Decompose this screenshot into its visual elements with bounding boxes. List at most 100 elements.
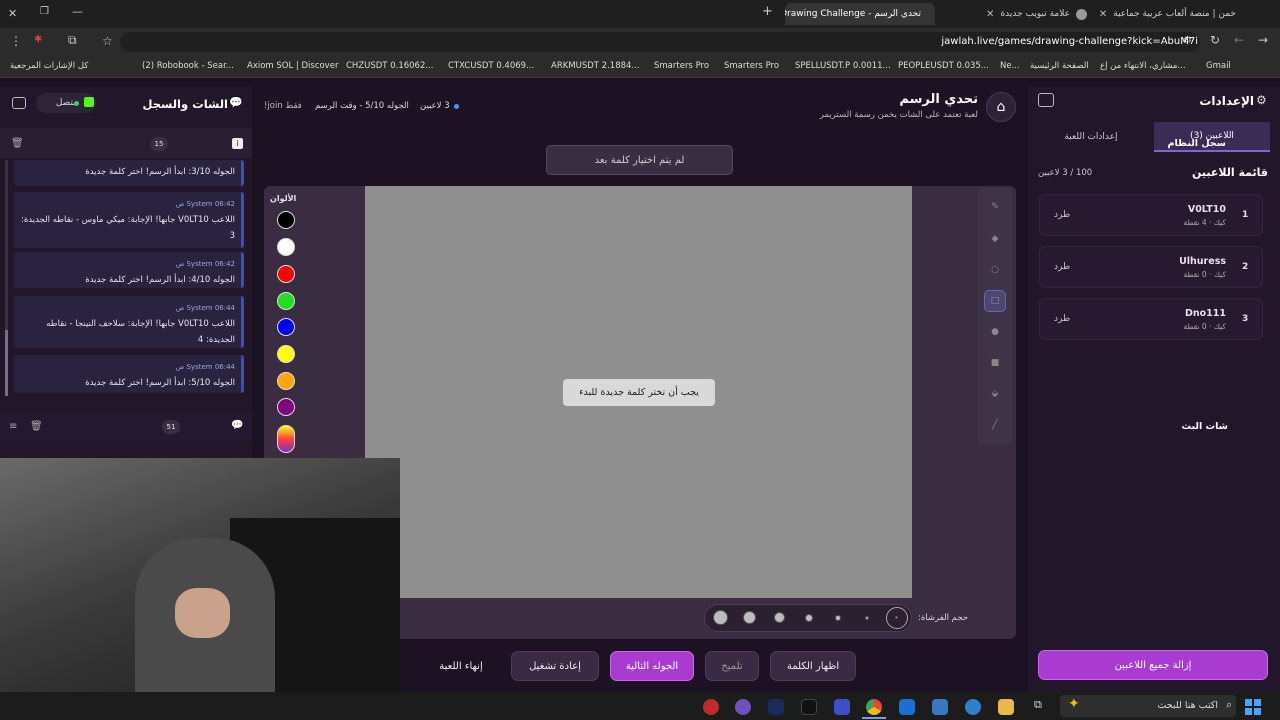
circle-tool-icon[interactable]: ○ [984, 259, 1006, 281]
chat-count-badge: 51 [162, 420, 180, 434]
pen-icon[interactable]: ✎ [984, 196, 1006, 218]
fill-bucket-icon[interactable]: ⬙ [984, 383, 1006, 405]
app-icon[interactable] [735, 699, 751, 715]
bookmark-star-icon[interactable]: ☆ [102, 34, 113, 48]
browser-tab-strip: ✕ ❐ — + تحدي الرسم - Drawing Challenge ✕… [0, 0, 1280, 28]
minimize-window-icon[interactable]: — [72, 5, 83, 18]
log-count-badge: 15 [150, 137, 168, 151]
bookmark-item[interactable]: PEOPLEUSDT 0.035... [898, 61, 989, 71]
taskbar-search-text[interactable]: اكتب هنا للبحث [1157, 700, 1218, 711]
word-display: لم يتم اختيار كلمة بعد [546, 145, 733, 175]
brush-size-option[interactable] [743, 611, 756, 624]
rectangle-tool-icon[interactable]: □ [984, 290, 1006, 312]
line-tool-icon[interactable]: ╱ [984, 414, 1006, 436]
end-game-button[interactable]: إنهاء اللعبة [422, 651, 500, 681]
filled-circle-icon[interactable]: ● [984, 321, 1006, 343]
reveal-word-button[interactable]: اظهار الكلمة [770, 651, 856, 681]
color-swatch-red[interactable] [277, 265, 295, 283]
new-tab-icon[interactable]: + [762, 4, 773, 19]
color-swatch-orange[interactable] [277, 372, 295, 390]
remove-all-players-button[interactable]: إزالة جميع اللاعبين [1038, 650, 1268, 680]
close-tab-icon[interactable]: ✕ [1100, 9, 1107, 20]
bookmark-item[interactable]: مشاري، الانتهاء من إع... [1100, 61, 1190, 71]
bookmark-item[interactable]: Axiom SOL | Discover [247, 61, 338, 71]
trash-icon[interactable]: 🗑 [11, 138, 24, 149]
outlook-icon[interactable] [899, 699, 915, 715]
tab-drawing-challenge[interactable]: تحدي الرسم - Drawing Challenge ✕ [785, 3, 935, 25]
tab-khamin[interactable]: خمن | منصة ألعاب عربية جماعية ✕ [1100, 3, 1250, 25]
bookmark-item[interactable]: Gmail [1206, 61, 1231, 71]
app-icon[interactable] [703, 699, 719, 715]
chat-bubble-icon: 💬 [231, 420, 244, 431]
kick-button[interactable]: طرد [1054, 314, 1070, 324]
bookmark-item[interactable]: ARKMUSDT 2.1884... [551, 61, 640, 71]
tab-new-tab[interactable]: علامة تبويب جديدة ✕ [945, 3, 1095, 25]
brush-size-option[interactable] [805, 614, 813, 622]
kick-button[interactable]: طرد [1054, 210, 1070, 220]
player-name: Ulhuress [1179, 256, 1226, 267]
collapse-panel-icon[interactable] [1038, 93, 1054, 107]
color-swatch-blue[interactable] [277, 318, 295, 336]
task-view-icon[interactable]: ⧉ [1034, 698, 1042, 712]
edge-icon[interactable] [965, 699, 981, 715]
log-text: اللاعب V0LT10 جابها! الإجابة: سلاحف الني… [46, 319, 235, 345]
url-text[interactable]: jawlah.live/games/drawing-challenge?kick… [941, 36, 1198, 47]
close-window-icon[interactable]: ✕ [8, 7, 17, 20]
hint-button[interactable]: تلميح [705, 651, 759, 681]
stream-chat-title: شات البث [1181, 421, 1228, 432]
bookmark-item[interactable]: SPELLUSDT.P 0.0011... [795, 61, 891, 71]
brush-size-option[interactable] [774, 612, 785, 623]
log-meta: System 06:44 ص [175, 363, 235, 371]
restart-button[interactable]: إعادة تشغيل [511, 651, 599, 681]
color-swatch-yellow[interactable] [277, 345, 295, 363]
brush-size-option[interactable] [713, 610, 728, 625]
store-icon[interactable] [932, 699, 948, 715]
back-icon[interactable]: → [1258, 33, 1268, 47]
colors-label: الألوان [270, 194, 297, 203]
kick-button[interactable]: طرد [1054, 262, 1070, 272]
trash-icon[interactable]: 🗑 [30, 421, 43, 432]
bookmark-item[interactable]: Ne... [1000, 61, 1020, 71]
brush-size-option[interactable] [895, 616, 898, 619]
bookmark-item[interactable]: الصفحة الرئيسية [1030, 61, 1089, 71]
tab-game-settings[interactable]: إعدادات اللعبة [1030, 122, 1152, 152]
chrome-icon [1076, 8, 1087, 20]
bookmark-item[interactable]: Smarters Pro [724, 61, 779, 71]
collapse-panel-icon[interactable] [12, 97, 26, 109]
file-explorer-icon[interactable] [998, 699, 1014, 715]
brush-size-option[interactable] [865, 616, 869, 620]
bookmark-item[interactable]: CTXCUSDT 0.4069... [448, 61, 534, 71]
menu-icon[interactable]: ⋮ [10, 34, 22, 48]
forward-icon[interactable]: ← [1234, 33, 1244, 47]
round-info: الجوله 5/10 - وقت الرسم [315, 101, 409, 111]
restore-window-icon[interactable]: ❐ [40, 6, 49, 17]
color-swatch-white[interactable] [277, 238, 295, 256]
app-icon[interactable] [768, 699, 784, 715]
bookmark-item[interactable]: كل الإشارات المرجعية [10, 61, 88, 71]
log-scrollbar-thumb[interactable] [5, 330, 8, 396]
home-icon[interactable]: ⌂ [986, 92, 1016, 122]
bookmark-item[interactable]: (2) Robobook - Sear... [142, 61, 234, 71]
next-round-button[interactable]: الجوله التالية [610, 651, 694, 681]
align-icon[interactable]: ≡ [9, 421, 17, 432]
bookmark-item[interactable]: CHZUSDT 0.16062... [346, 61, 433, 71]
close-tab-icon[interactable]: ✕ [986, 9, 994, 20]
color-swatch-black[interactable] [277, 211, 295, 229]
app-icon[interactable] [834, 699, 850, 715]
log-text: الجوله 5/10: ابدأ الرسم! اختر كلمة جديدة [85, 378, 235, 388]
windows-start-icon[interactable] [1242, 697, 1264, 717]
sparkle-icon: ✦ [1068, 696, 1080, 712]
filled-rectangle-icon[interactable]: ■ [984, 352, 1006, 374]
tiktok-icon[interactable] [801, 699, 817, 715]
extension-icon[interactable]: ✱ [34, 34, 42, 45]
log-meta: System 06:42 ص [175, 200, 235, 208]
chrome-icon[interactable] [866, 699, 882, 715]
eraser-icon[interactable]: ◆ [984, 228, 1006, 250]
color-swatch-purple[interactable] [277, 398, 295, 416]
custom-color-picker[interactable] [277, 425, 295, 453]
color-swatch-green[interactable] [277, 292, 295, 310]
bookmark-item[interactable]: Smarters Pro [654, 61, 709, 71]
brush-size-option[interactable] [835, 615, 841, 621]
extensions-icon[interactable]: ⧉ [68, 33, 77, 48]
reload-icon[interactable]: ↻ [1210, 33, 1220, 47]
